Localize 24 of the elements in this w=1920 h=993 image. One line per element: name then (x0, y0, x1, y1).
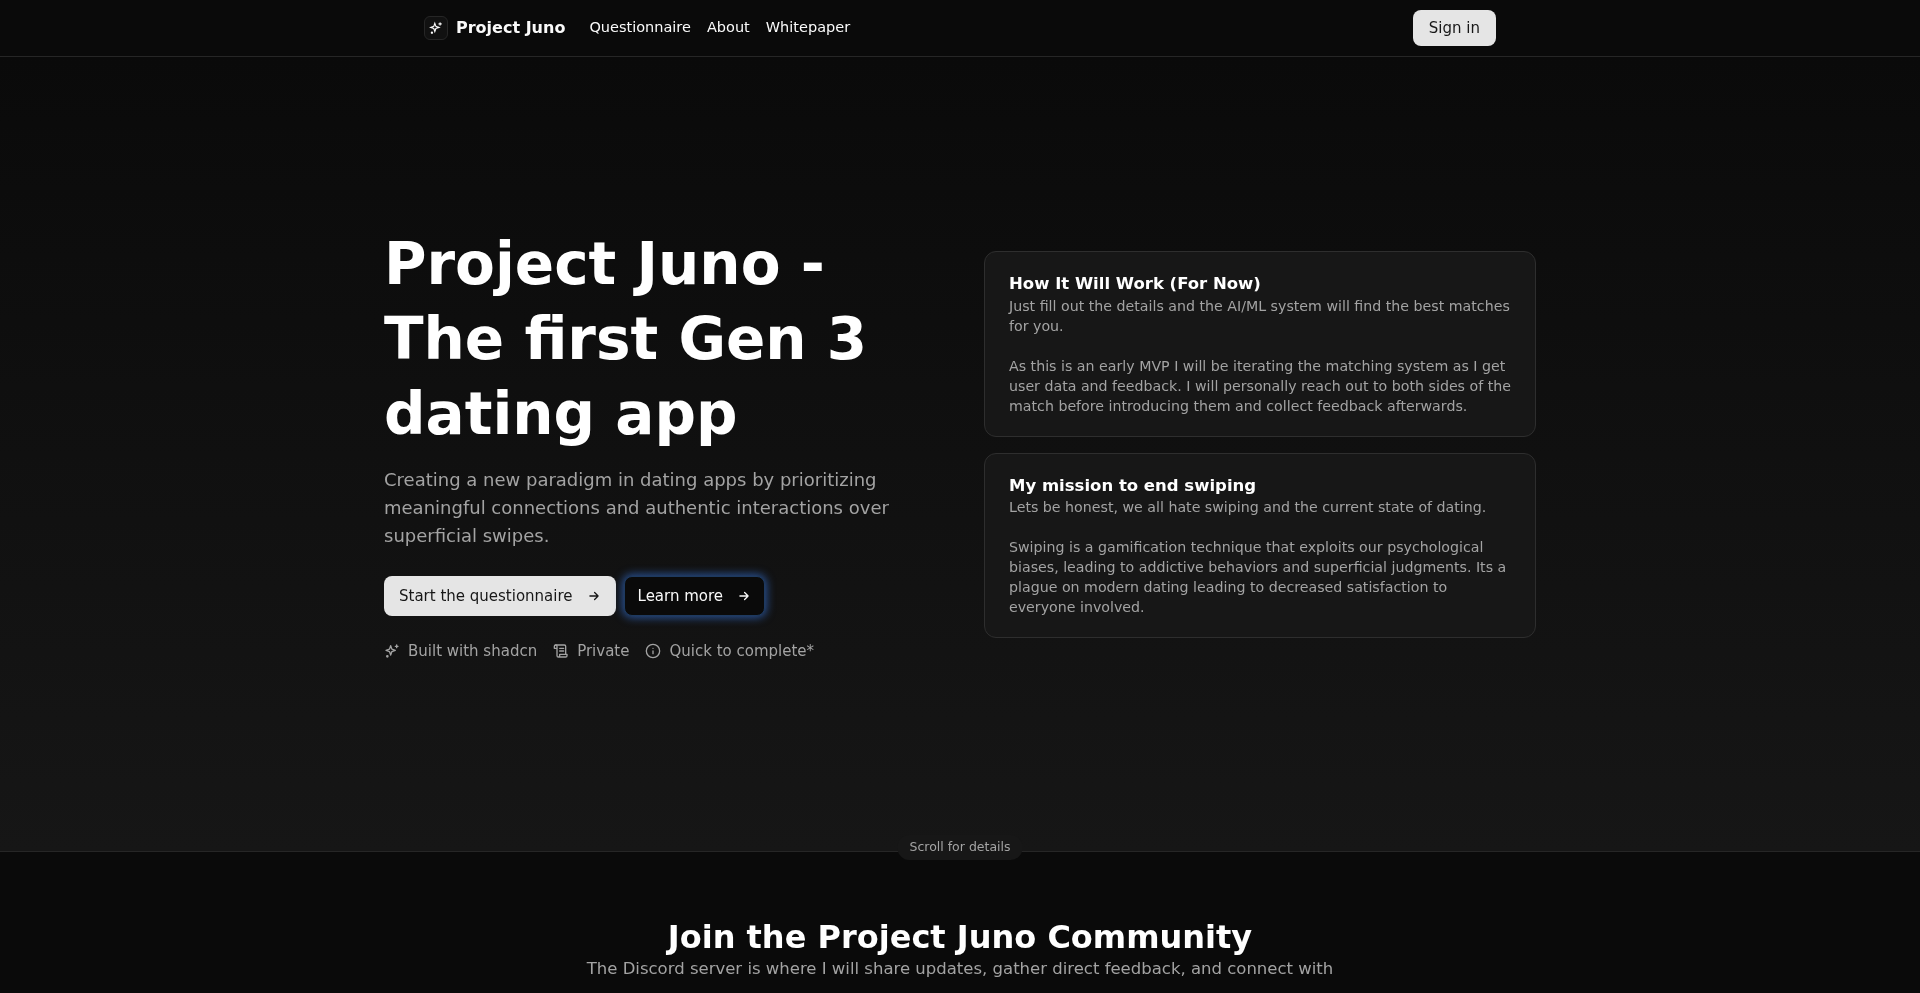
feature-label: Private (577, 641, 630, 662)
nav-link[interactable]: Questionnaire (589, 17, 691, 39)
card-text: Just fill out the details and the AI/ML system will find the best matches for you. (1009, 296, 1511, 336)
sparkles-logo-icon[interactable] (424, 16, 448, 40)
info-icon (645, 643, 662, 660)
feature-label: Quick to complete* (669, 641, 815, 662)
sign-in-button[interactable]: Sign in (1412, 9, 1496, 47)
card-title: My mission to end swiping (1009, 475, 1258, 496)
brand-name[interactable]: Project Juno (456, 16, 566, 40)
community-title: Join the Project Juno Community (665, 918, 1254, 957)
card-text: As this is an early MVP I will be iterating the matching system as I get user data and feedback. I will personally reach out to both sides of the match before introducing them and collect feedback afterwards. (1009, 356, 1511, 416)
questionnaire-button[interactable]: Start the questionnaire (384, 575, 616, 616)
feature-label: Built with shadcn (408, 641, 538, 662)
hero-subtitle: Creating a new paradigm in dating apps by prioritizing meaningful connections and authentic interactions over superficial swipes. (384, 467, 890, 548)
card-title: How It Will Work (For Now) (1009, 273, 1262, 294)
scroll-icon (553, 643, 570, 660)
nav-link[interactable]: Whitepaper (765, 17, 851, 39)
nav-link[interactable]: About (706, 17, 750, 39)
community-text: The Discord server is where I will share updates, gather direct feedback, and connect with (585, 958, 1335, 981)
card-text: Lets be honest, we all hate swiping and the current state of dating. (1009, 498, 1488, 518)
learn-more-button[interactable]: Learn more (623, 575, 766, 616)
hero-title: Project Juno - The first Gen 3 dating app (384, 228, 869, 450)
card-text: Swiping is a gamification technique that exploits our psychological biases, leading to addictive behaviors and superficial judgments. Its a plague on modern dating leading to decreased satisfaction to everyone involved. (1009, 538, 1508, 618)
sparkles-icon (384, 643, 400, 660)
